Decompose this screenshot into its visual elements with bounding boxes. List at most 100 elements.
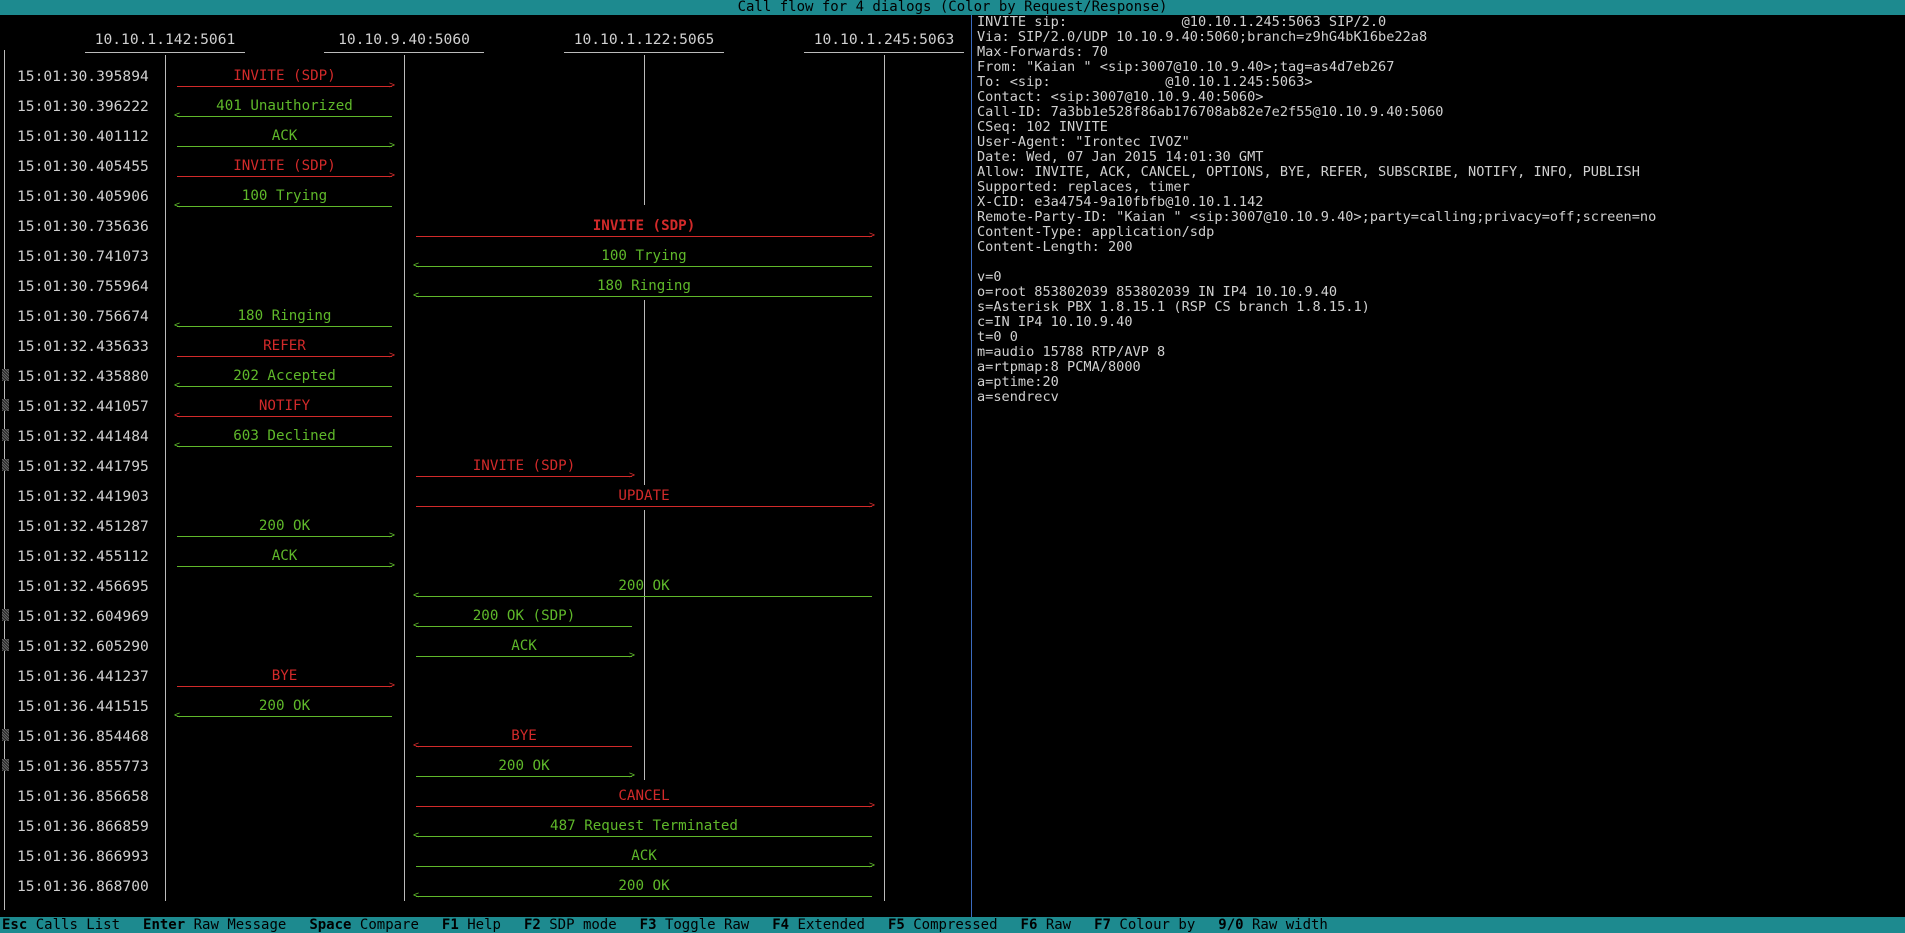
message-arrow[interactable]: > [177, 681, 395, 691]
message-label[interactable]: 100 Trying [416, 248, 872, 264]
message-arrow[interactable]: < [413, 621, 632, 631]
message-timestamp[interactable]: 15:01:30.735636 [17, 218, 177, 235]
shortcut-item[interactable]: F6 Raw [1019, 917, 1072, 933]
message-label[interactable]: 200 OK [416, 878, 872, 894]
message-timestamp[interactable]: 15:01:30.741073 [17, 248, 177, 265]
message-timestamp[interactable]: 15:01:32.455112 [17, 548, 177, 565]
message-label[interactable]: 100 Trying [177, 188, 392, 204]
message-timestamp[interactable]: 15:01:32.456695 [17, 578, 177, 595]
message-label[interactable]: 200 OK [416, 578, 872, 594]
selection-marker [2, 639, 9, 651]
shortcut-item[interactable]: F2 SDP mode [522, 917, 617, 933]
message-timestamp[interactable]: 15:01:30.756674 [17, 308, 177, 325]
shortcut-key: F2 [523, 917, 541, 933]
shortcut-item[interactable]: Esc Calls List [0, 917, 120, 933]
message-label[interactable]: INVITE (SDP) [177, 158, 392, 174]
message-timestamp[interactable]: 15:01:30.401112 [17, 128, 177, 145]
shortcut-item[interactable]: Enter Raw Message [141, 917, 286, 933]
message-arrow[interactable]: > [416, 801, 875, 811]
message-timestamp[interactable]: 15:01:30.405455 [17, 158, 177, 175]
message-timestamp[interactable]: 15:01:36.855773 [17, 758, 177, 775]
message-label[interactable]: 200 OK (SDP) [416, 608, 632, 624]
message-arrow[interactable]: < [413, 291, 872, 301]
message-timestamp[interactable]: 15:01:32.605290 [17, 638, 177, 655]
shortcut-item[interactable]: F1 Help [440, 917, 501, 933]
message-label[interactable]: ACK [416, 848, 872, 864]
message-arrow[interactable]: < [174, 321, 392, 331]
message-arrow[interactable]: < [174, 711, 392, 721]
message-arrow[interactable]: > [177, 141, 395, 151]
message-label[interactable]: NOTIFY [177, 398, 392, 414]
message-timestamp[interactable]: 15:01:36.441237 [17, 668, 177, 685]
message-label[interactable]: 200 OK [177, 518, 392, 534]
message-timestamp[interactable]: 15:01:32.435880 [17, 368, 177, 385]
message-label[interactable]: ACK [416, 638, 632, 654]
message-arrow[interactable]: > [416, 651, 635, 661]
message-arrow[interactable]: < [413, 261, 872, 271]
message-arrow[interactable]: > [177, 531, 395, 541]
shortcut-item[interactable]: F4 Extended [770, 917, 865, 933]
shortcut-item[interactable]: 9/0 Raw width [1216, 917, 1328, 933]
message-label[interactable]: REFER [177, 338, 392, 354]
message-arrow[interactable]: < [174, 441, 392, 451]
message-timestamp[interactable]: 15:01:36.854468 [17, 728, 177, 745]
message-timestamp[interactable]: 15:01:36.866993 [17, 848, 177, 865]
message-arrow[interactable]: < [174, 111, 392, 121]
message-arrow[interactable]: > [177, 81, 395, 91]
message-arrow[interactable]: < [174, 381, 392, 391]
message-timestamp[interactable]: 15:01:30.396222 [17, 98, 177, 115]
message-arrow[interactable]: > [416, 771, 635, 781]
message-timestamp[interactable]: 15:01:36.441515 [17, 698, 177, 715]
message-arrow[interactable]: > [416, 471, 635, 481]
message-arrow[interactable]: > [177, 351, 395, 361]
arrow-left-icon: < [174, 710, 181, 721]
message-label[interactable]: ACK [177, 548, 392, 564]
message-arrow[interactable]: < [413, 591, 872, 601]
message-label[interactable]: 180 Ringing [416, 278, 872, 294]
message-timestamp[interactable]: 15:01:32.441903 [17, 488, 177, 505]
shortcut-item[interactable]: Space Compare [307, 917, 419, 933]
message-label[interactable]: INVITE (SDP) [416, 218, 872, 234]
message-label[interactable]: INVITE (SDP) [416, 458, 632, 474]
message-label[interactable]: 200 OK [416, 758, 632, 774]
message-label[interactable]: BYE [177, 668, 392, 684]
message-timestamp[interactable]: 15:01:32.441795 [17, 458, 177, 475]
message-label[interactable]: CANCEL [416, 788, 872, 804]
message-label[interactable]: 603 Declined [177, 428, 392, 444]
shortcut-item[interactable]: F5 Compressed [886, 917, 998, 933]
message-label[interactable]: UPDATE [416, 488, 872, 504]
message-timestamp[interactable]: 15:01:36.866859 [17, 818, 177, 835]
message-timestamp[interactable]: 15:01:36.856658 [17, 788, 177, 805]
message-arrow[interactable]: < [413, 891, 872, 901]
message-timestamp[interactable]: 15:01:36.868700 [17, 878, 177, 895]
message-label[interactable]: ACK [177, 128, 392, 144]
message-arrow[interactable]: > [177, 171, 395, 181]
message-label[interactable]: 180 Ringing [177, 308, 392, 324]
message-arrow[interactable]: < [174, 201, 392, 211]
message-timestamp[interactable]: 15:01:30.405906 [17, 188, 177, 205]
message-label[interactable]: 401 Unauthorized [177, 98, 392, 114]
message-arrow[interactable]: < [413, 831, 872, 841]
message-label[interactable]: BYE [416, 728, 632, 744]
message-arrow[interactable]: > [177, 561, 395, 571]
message-timestamp[interactable]: 15:01:32.604969 [17, 608, 177, 625]
shortcut-item[interactable]: F3 Toggle Raw [638, 917, 750, 933]
message-timestamp[interactable]: 15:01:32.451287 [17, 518, 177, 535]
message-timestamp[interactable]: 15:01:30.395894 [17, 68, 177, 85]
message-label[interactable]: 487 Request Terminated [416, 818, 872, 834]
message-arrow[interactable]: < [413, 741, 632, 751]
message-timestamp[interactable]: 15:01:32.435633 [17, 338, 177, 355]
message-timestamp[interactable]: 15:01:32.441484 [17, 428, 177, 445]
shortcut-item[interactable]: F7 Colour by [1092, 917, 1195, 933]
arrow-right-icon: > [868, 800, 875, 811]
message-timestamp[interactable]: 15:01:30.755964 [17, 278, 177, 295]
message-label[interactable]: INVITE (SDP) [177, 68, 392, 84]
message-arrow[interactable]: > [416, 501, 875, 511]
message-arrow[interactable]: > [416, 861, 875, 871]
message-arrow[interactable]: > [416, 231, 875, 241]
message-arrow[interactable]: < [174, 411, 392, 421]
call-flow-panel[interactable]: 10.10.1.142:5061 10.10.9.40:5060 10.10.1.1… [0, 15, 970, 917]
message-label[interactable]: 202 Accepted [177, 368, 392, 384]
message-timestamp[interactable]: 15:01:32.441057 [17, 398, 177, 415]
message-label[interactable]: 200 OK [177, 698, 392, 714]
